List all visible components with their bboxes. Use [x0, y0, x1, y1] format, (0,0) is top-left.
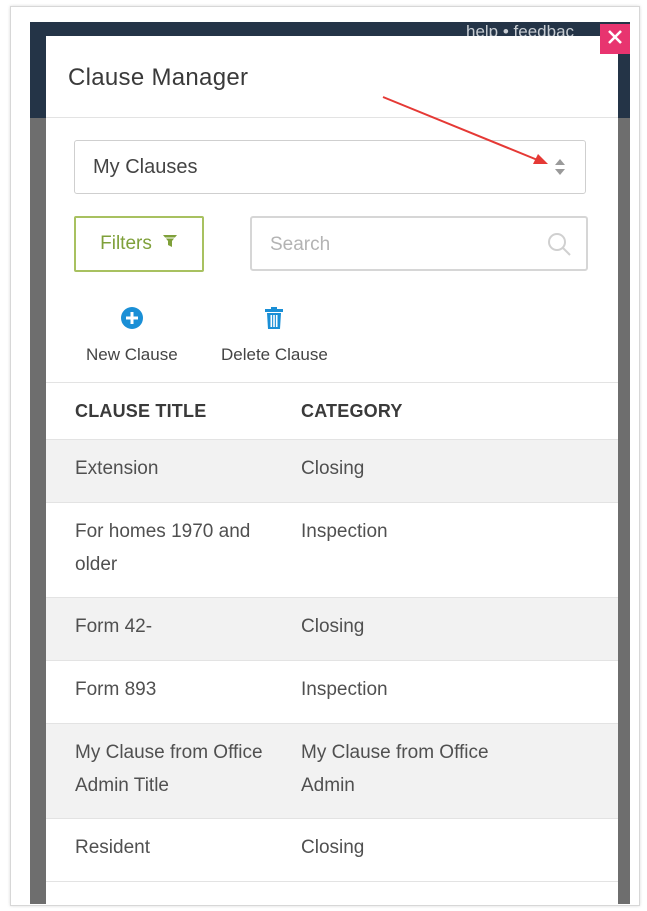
- plus-circle-icon: [120, 306, 144, 335]
- table-row[interactable]: Resident Closing: [46, 819, 618, 882]
- filters-button[interactable]: Filters: [74, 216, 204, 272]
- category-cell: Inspection: [301, 679, 388, 700]
- delete-clause-label: Delete Clause: [221, 345, 328, 364]
- clause-manager-modal: Clause Manager My Clauses Filters Search…: [46, 36, 618, 904]
- modal-title: Clause Manager: [68, 64, 249, 91]
- clause-title-cell: For homes 1970 and older: [75, 521, 251, 575]
- clause-source-select[interactable]: My Clauses: [74, 140, 586, 194]
- column-header-category[interactable]: CATEGORY: [301, 401, 403, 422]
- close-button[interactable]: [600, 24, 630, 54]
- table-header: CLAUSE TITLE CATEGORY: [46, 383, 618, 440]
- category-cell: Closing: [301, 616, 365, 637]
- search-input[interactable]: [268, 218, 542, 271]
- clause-title-cell: Form 42-: [75, 616, 153, 637]
- delete-clause-button[interactable]: Delete Clause: [221, 306, 328, 365]
- table-row[interactable]: My Clause from Office Admin Title My Cla…: [46, 724, 618, 819]
- search-icon[interactable]: [546, 231, 572, 262]
- category-cell: My Clause from Office Admin: [301, 742, 489, 796]
- filters-label: Filters: [100, 233, 152, 254]
- filter-icon: [162, 233, 178, 255]
- modal-header: Clause Manager: [46, 36, 618, 118]
- clause-title-cell: Resident: [75, 837, 150, 858]
- search-box: [250, 216, 588, 271]
- trash-icon: [262, 306, 286, 335]
- table-row[interactable]: Form 42- Closing: [46, 598, 618, 661]
- clause-title-cell: Extension: [75, 458, 159, 479]
- table-row[interactable]: Form 893 Inspection: [46, 661, 618, 724]
- new-clause-button[interactable]: New Clause: [86, 306, 178, 365]
- clause-title-cell: Form 893: [75, 679, 157, 700]
- clauses-table: CLAUSE TITLE CATEGORY Extension Closing …: [46, 382, 618, 882]
- table-row[interactable]: For homes 1970 and older Inspection: [46, 503, 618, 598]
- sort-arrows-icon: [553, 157, 567, 183]
- category-cell: Closing: [301, 837, 365, 858]
- column-header-clause-title[interactable]: CLAUSE TITLE: [75, 401, 206, 422]
- table-row[interactable]: Extension Closing: [46, 440, 618, 503]
- category-cell: Inspection: [301, 521, 388, 542]
- category-cell: Closing: [301, 458, 365, 479]
- clause-title-cell: My Clause from Office Admin Title: [75, 742, 263, 796]
- clause-source-value: My Clauses: [93, 155, 198, 178]
- close-icon: [607, 29, 623, 50]
- new-clause-label: New Clause: [86, 345, 178, 364]
